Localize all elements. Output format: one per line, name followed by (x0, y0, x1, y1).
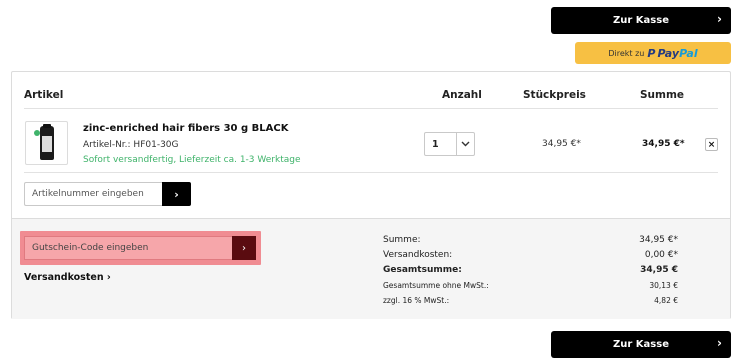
paypal-logo: P Pay Pal (647, 47, 697, 60)
product-shipping-status: Sofort versandfertig, Lieferzeit ca. 1-3… (83, 155, 301, 165)
summary-total-label: Gesamtsumme: (383, 265, 462, 275)
chevron-right-icon: › (717, 12, 722, 26)
chevron-right-icon: › (242, 242, 246, 254)
quantity-value: 1 (432, 139, 439, 150)
header-stueckpreis: Stückpreis (523, 89, 586, 101)
close-icon: × (707, 139, 716, 150)
summary-net-value: 30,13 € (649, 281, 678, 290)
checkout-button-bottom[interactable]: Zur Kasse › (551, 331, 731, 358)
summary-subtotal-value: 34,95 €* (639, 235, 678, 245)
summary-subtotal-label: Summe: (383, 235, 421, 245)
paypal-brand-pal: Pal (679, 46, 698, 60)
voucher-code-input[interactable]: Gutschein-Code eingeben (24, 236, 232, 260)
header-divider (24, 108, 718, 109)
paypal-icon: P (647, 46, 656, 60)
header-summe: Summe (640, 89, 685, 101)
cart-header: Artikel Anzahl Stückpreis Summe (12, 72, 730, 108)
quantity-select[interactable]: 1 (424, 132, 475, 156)
cart-footer: Gutschein-Code eingeben › Versandkosten … (12, 218, 730, 319)
summary-shipping-label: Versandkosten: (383, 250, 453, 260)
checkout-label: Zur Kasse (613, 15, 669, 26)
chevron-right-icon: › (717, 336, 722, 350)
product-article-number: Artikel-Nr.: HF01-30G (83, 140, 179, 150)
voucher-submit-button[interactable]: › (232, 236, 256, 260)
checkout-button-top[interactable]: Zur Kasse › (551, 7, 731, 34)
row-total: 34,95 €* (642, 139, 685, 149)
summary-shipping-value: 0,00 €* (644, 250, 678, 260)
header-anzahl: Anzahl (442, 89, 482, 101)
article-number-input[interactable]: Artikelnummer eingeben (24, 182, 162, 206)
shipping-costs-link[interactable]: Versandkosten › (24, 272, 111, 283)
paypal-brand-pay: Pay (657, 46, 680, 60)
paypal-express-button[interactable]: Direkt zu P Pay Pal (575, 42, 731, 64)
chevron-right-icon: › (174, 187, 179, 201)
checkout-label: Zur Kasse (613, 339, 669, 350)
summary-vat-label: zzgl. 16 % MwSt.: (383, 296, 450, 305)
summary-net-label: Gesamtsumme ohne MwSt.: (383, 281, 489, 290)
chevron-down-icon (461, 141, 470, 147)
paypal-prefix: Direkt zu (608, 48, 645, 58)
unit-price: 34,95 €* (542, 139, 581, 149)
product-name[interactable]: zinc-enriched hair fibers 30 g BLACK (83, 123, 288, 134)
quantity-divider (456, 133, 457, 155)
add-article-button[interactable]: › (162, 182, 191, 206)
product-thumbnail[interactable] (25, 121, 68, 165)
cart-panel: Artikel Anzahl Stückpreis Summe zinc-enr… (11, 71, 731, 319)
product-bottle-image (33, 124, 54, 160)
remove-item-button[interactable]: × (705, 138, 718, 151)
item-divider (24, 172, 718, 173)
header-artikel: Artikel (24, 89, 64, 101)
summary-total-value: 34,95 € (640, 265, 678, 275)
summary-vat-value: 4,82 € (654, 296, 678, 305)
